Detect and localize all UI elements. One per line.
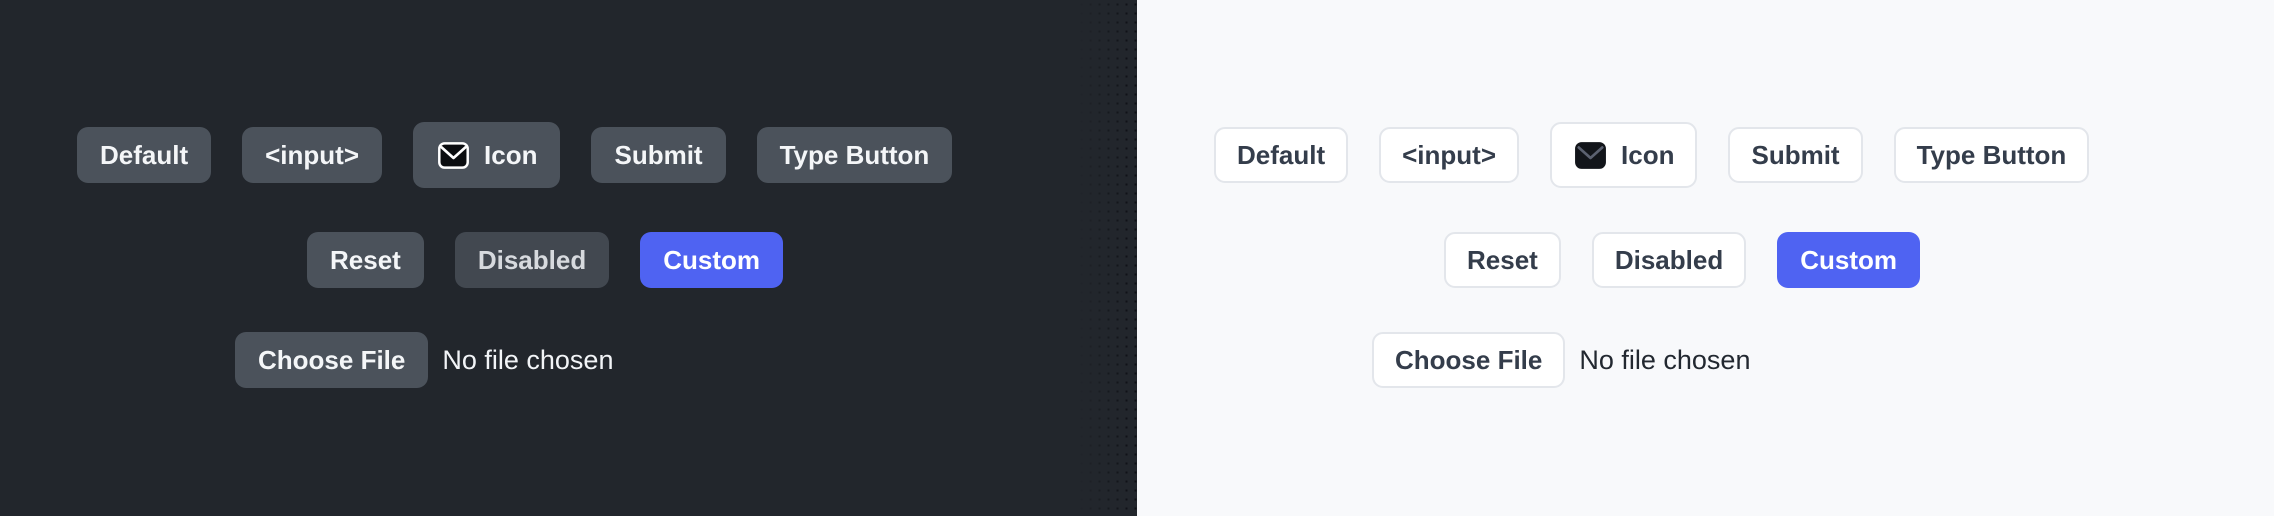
disabled-button: Disabled	[1591, 232, 1747, 288]
choose-file-button[interactable]: Choose File	[235, 332, 429, 388]
reset-button[interactable]: Reset	[1444, 232, 1561, 288]
disabled-button-label: Disabled	[1614, 245, 1724, 275]
choose-file-button-label: Choose File	[258, 345, 406, 375]
light-button-row-primary: Default <input> Icon Submit Type Button	[1214, 122, 2090, 188]
submit-button[interactable]: Submit	[1728, 127, 1863, 183]
choose-file-button-label: Choose File	[1395, 345, 1543, 375]
choose-file-button[interactable]: Choose File	[1372, 332, 1566, 388]
dark-button-row-secondary: Reset Disabled Custom	[307, 232, 783, 288]
dark-button-row-primary: Default <input> Icon Submit Type Button	[77, 122, 953, 188]
icon-button[interactable]: Icon	[1550, 122, 1698, 188]
file-input-control[interactable]: Choose File No file chosen	[1372, 332, 1750, 388]
submit-button[interactable]: Submit	[591, 127, 726, 183]
mail-icon	[436, 138, 471, 173]
input-button-label: <input>	[265, 140, 360, 170]
default-button-label: Default	[100, 140, 189, 170]
light-button-row-secondary: Reset Disabled Custom	[1444, 232, 1920, 288]
type-button-label: Type Button	[779, 140, 930, 170]
light-theme-panel: Default <input> Icon Submit Type Button …	[1137, 0, 2274, 516]
type-button[interactable]: Type Button	[756, 127, 953, 183]
icon-button-label: Icon	[484, 140, 538, 170]
default-button-label: Default	[1237, 140, 1326, 170]
submit-button-label: Submit	[614, 140, 703, 170]
dark-theme-panel: Default <input> Icon Submit Type Button …	[0, 0, 1137, 516]
icon-button-label: Icon	[1621, 140, 1675, 170]
type-button-label: Type Button	[1916, 140, 2067, 170]
disabled-button-label: Disabled	[477, 245, 587, 275]
submit-button-label: Submit	[1751, 140, 1840, 170]
default-button[interactable]: Default	[1214, 127, 1349, 183]
type-button[interactable]: Type Button	[1893, 127, 2090, 183]
input-button-label: <input>	[1402, 140, 1497, 170]
input-button[interactable]: <input>	[242, 127, 383, 183]
file-status-text: No file chosen	[1579, 344, 1751, 375]
theme-comparison-stage: Default <input> Icon Submit Type Button …	[0, 0, 2274, 516]
custom-button-label: Custom	[663, 245, 760, 275]
custom-button[interactable]: Custom	[640, 232, 783, 288]
dark-file-input-row: Choose File No file chosen	[235, 332, 613, 388]
default-button[interactable]: Default	[77, 127, 212, 183]
reset-button-label: Reset	[330, 245, 401, 275]
file-input-control[interactable]: Choose File No file chosen	[235, 332, 613, 388]
icon-button[interactable]: Icon	[413, 122, 561, 188]
light-file-input-row: Choose File No file chosen	[1372, 332, 1750, 388]
custom-button-label: Custom	[1800, 245, 1897, 275]
reset-button-label: Reset	[1467, 245, 1538, 275]
mail-icon	[1573, 138, 1608, 173]
file-status-text: No file chosen	[442, 344, 614, 375]
disabled-button: Disabled	[454, 232, 610, 288]
custom-button[interactable]: Custom	[1777, 232, 1920, 288]
input-button[interactable]: <input>	[1379, 127, 1520, 183]
reset-button[interactable]: Reset	[307, 232, 424, 288]
